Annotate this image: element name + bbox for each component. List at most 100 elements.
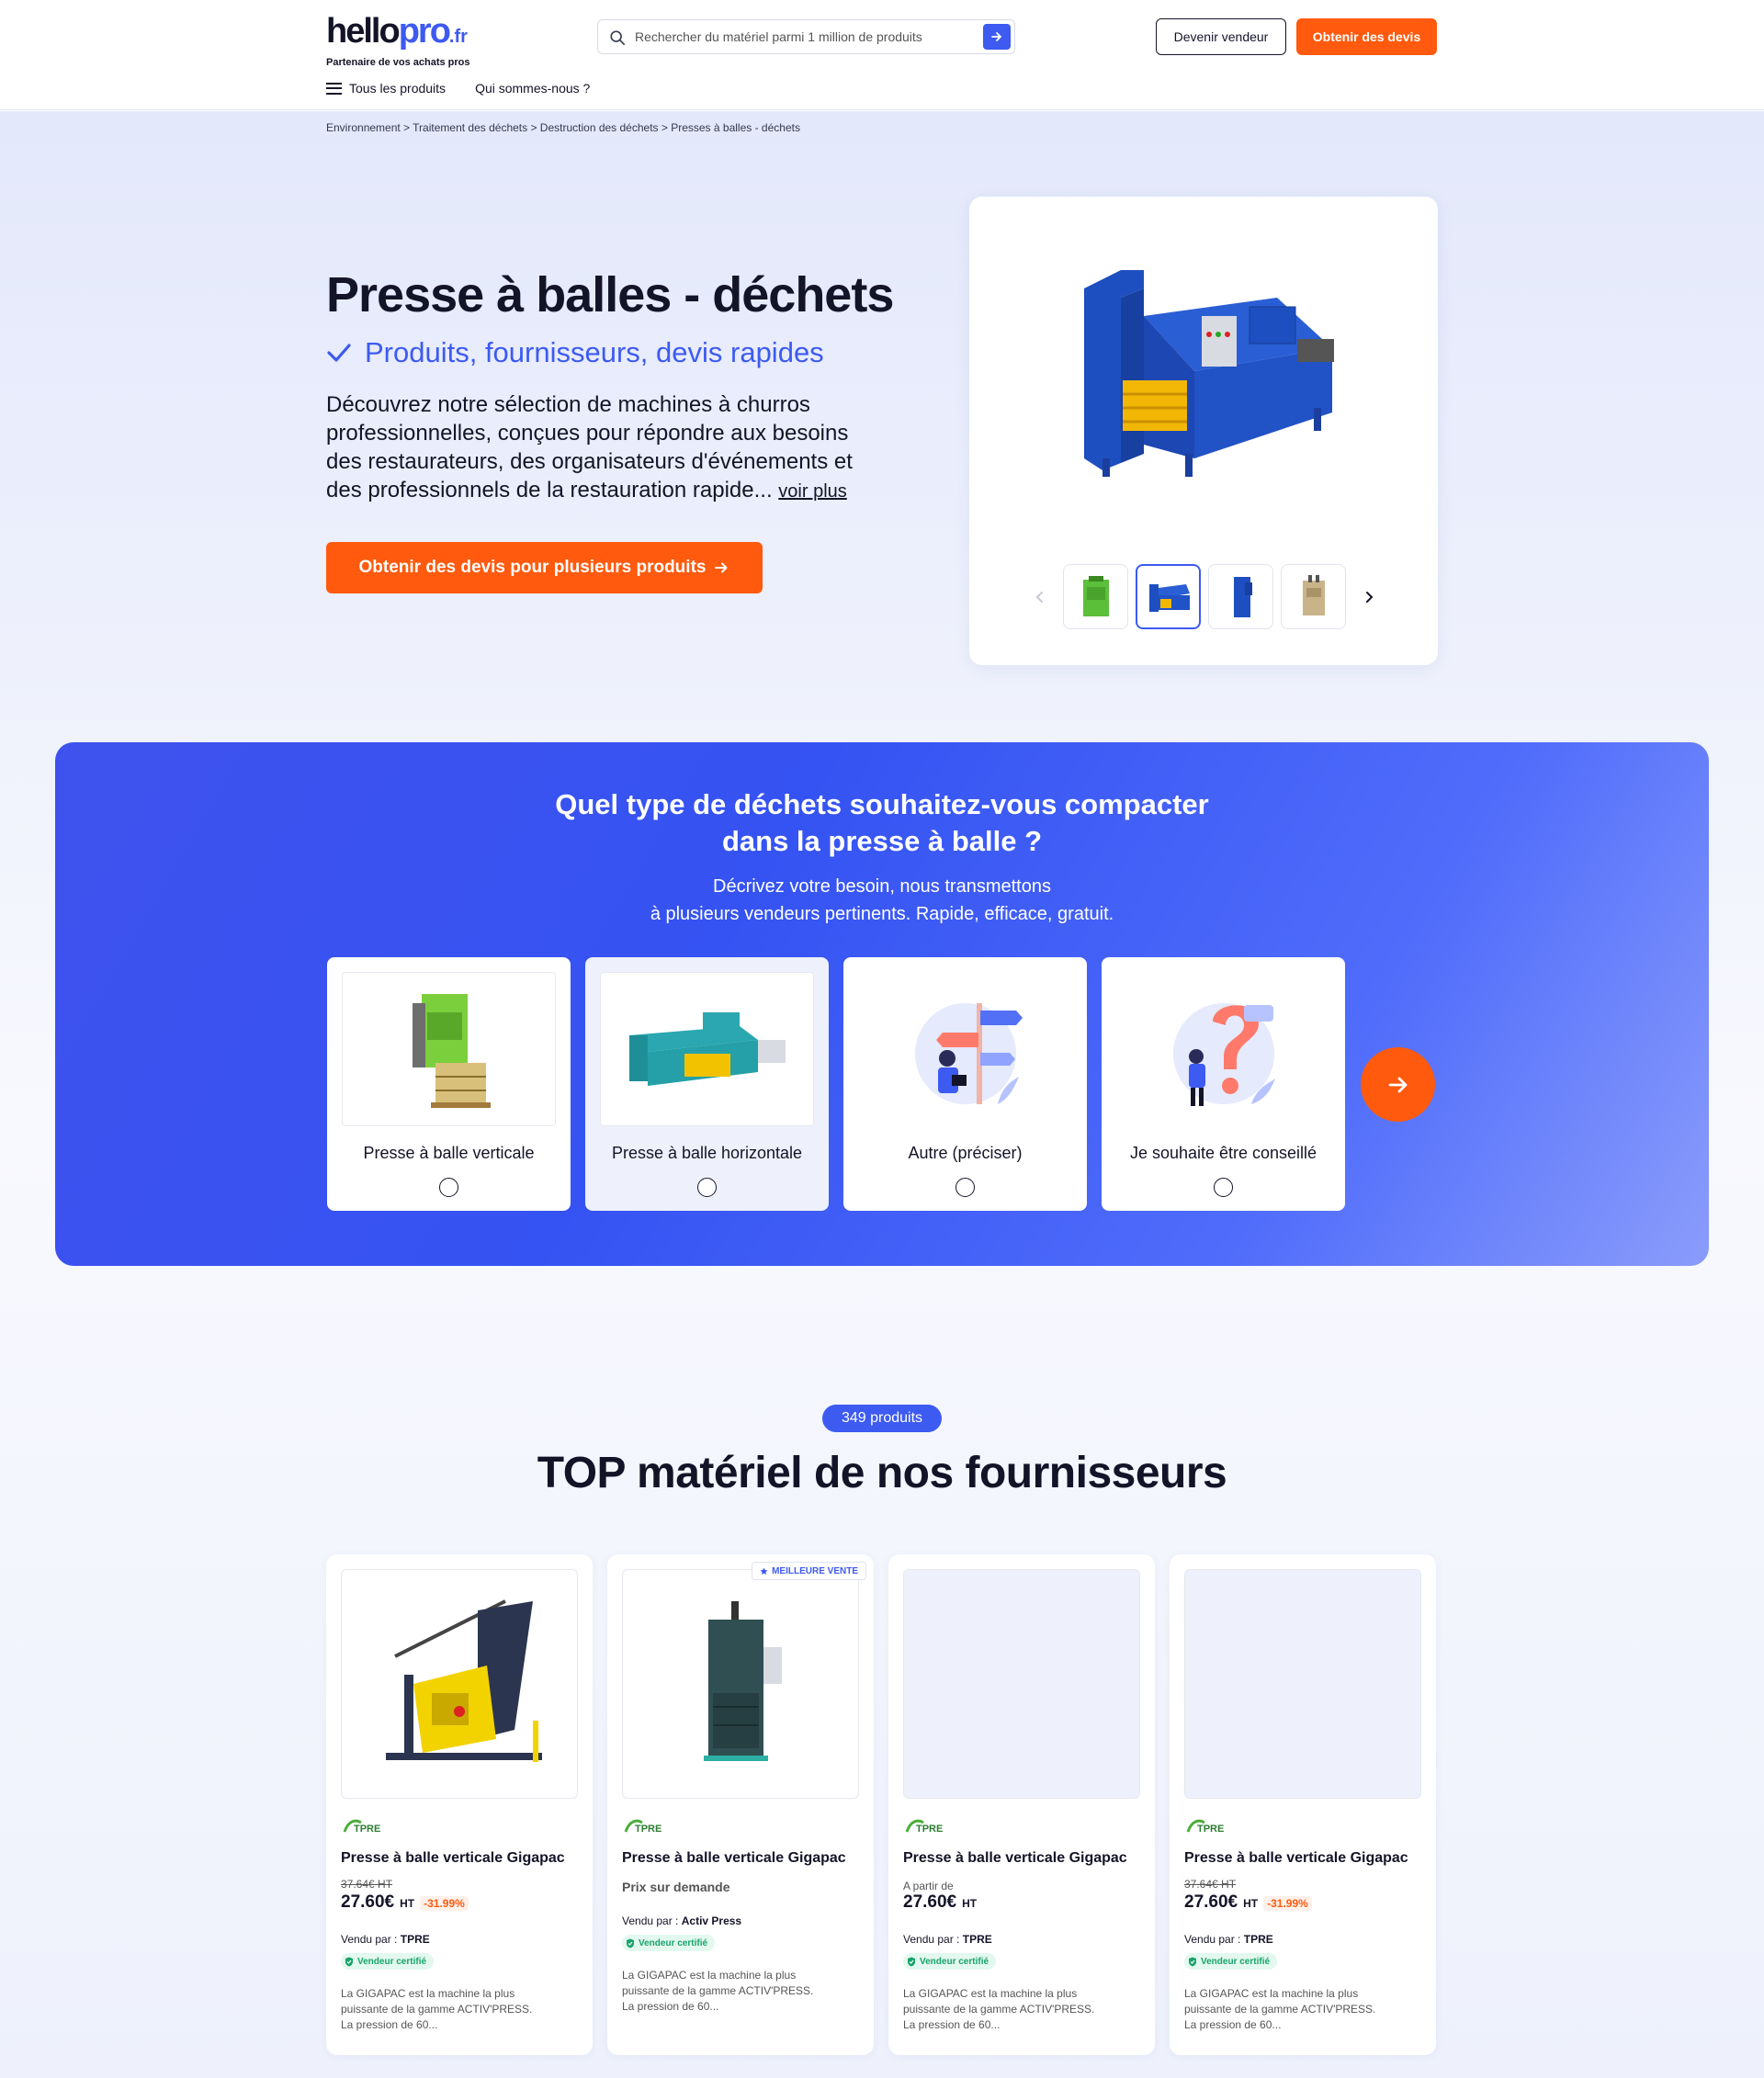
product-name[interactable]: Presse à balle verticale Gigapac bbox=[341, 1850, 565, 1867]
search-icon bbox=[610, 30, 626, 46]
supplier-logo-tpre: TPRE bbox=[1186, 1819, 1224, 1835]
questionnaire-next-button[interactable] bbox=[1361, 1047, 1435, 1122]
price-from-label: A partir de bbox=[903, 1880, 954, 1892]
product-card[interactable]: TPRE Presse à balle verticale Gigapac A … bbox=[888, 1554, 1155, 2055]
page-title: Presse à balles - déchets bbox=[326, 267, 894, 322]
arrow-right-icon bbox=[991, 32, 1001, 41]
blue-vertical-baler-thumbnail bbox=[1233, 576, 1252, 617]
option-image bbox=[1116, 972, 1330, 1126]
product-image-placeholder[interactable] bbox=[1184, 1569, 1421, 1799]
supplier-logo-tpre: TPRE bbox=[905, 1819, 943, 1835]
questionnaire-title-line1: Quel type de déchets souhaitez-vous comp… bbox=[555, 788, 1209, 820]
product-gallery bbox=[969, 197, 1438, 665]
product-description-line: La GIGAPAC est la machine la plus bbox=[903, 1987, 1078, 2000]
logo-fr: .fr bbox=[448, 27, 468, 47]
read-more-link[interactable]: voir plus bbox=[778, 481, 846, 502]
product-seller: Vendu par : Activ Press bbox=[622, 1914, 741, 1927]
waste-type-questionnaire: Quel type de déchets souhaitez-vous comp… bbox=[55, 742, 1709, 1266]
gallery-thumbnails bbox=[1024, 564, 1385, 629]
product-name[interactable]: Presse à balle verticale Gigapac bbox=[622, 1850, 846, 1867]
option-radio[interactable] bbox=[956, 1178, 975, 1197]
option-radio[interactable] bbox=[697, 1178, 717, 1197]
products-section-title: TOP matériel de nos fournisseurs bbox=[537, 1449, 1227, 1497]
logo-tagline: Partenaire de vos achats pros bbox=[326, 57, 470, 68]
nav-all-products[interactable]: Tous les produits bbox=[326, 81, 446, 96]
option-other[interactable]: Autre (préciser) bbox=[843, 957, 1087, 1211]
product-description-line: La GIGAPAC est la machine la plus bbox=[341, 1987, 515, 2000]
product-card[interactable]: MEILLEURE VENTE TPRE Presse à balle vert… bbox=[607, 1554, 874, 2055]
vertical-baler-image bbox=[412, 994, 491, 1108]
option-vertical-baler[interactable]: Presse à balle verticale bbox=[327, 957, 571, 1211]
seller-name[interactable]: Activ Press bbox=[682, 1914, 741, 1927]
nav-about-us[interactable]: Qui sommes-nous ? bbox=[475, 81, 590, 96]
hero-description: Découvrez notre sélection de machines à … bbox=[326, 390, 877, 506]
product-card[interactable]: TPRE Presse à balle verticale Gigapac 37… bbox=[1170, 1554, 1436, 2055]
shield-check-icon bbox=[1189, 1957, 1196, 1966]
get-quotes-button[interactable]: Obtenir des devis bbox=[1296, 18, 1437, 55]
questionnaire-subtitle: Décrivez votre besoin, nous transmettons… bbox=[55, 873, 1709, 928]
questionnaire-subtitle-line1: Décrivez votre besoin, nous transmettons bbox=[713, 876, 1051, 897]
best-seller-badge: MEILLEURE VENTE bbox=[752, 1562, 866, 1580]
become-vendor-button[interactable]: Devenir vendeur bbox=[1156, 18, 1286, 55]
option-radio[interactable] bbox=[1214, 1178, 1233, 1197]
shield-check-icon bbox=[627, 1938, 634, 1948]
product-grid: TPRE Presse à balle verticale Gigapac 37… bbox=[326, 1554, 1436, 2055]
search-submit-button[interactable] bbox=[983, 24, 1011, 50]
main-nav: Tous les produits Qui sommes-nous ? bbox=[326, 81, 590, 96]
product-name[interactable]: Presse à balle verticale Gigapac bbox=[1184, 1850, 1408, 1867]
multi-quote-button[interactable]: Obtenir des devis pour plusieurs produit… bbox=[326, 542, 763, 593]
product-image-placeholder[interactable] bbox=[903, 1569, 1140, 1799]
product-count-badge: 349 produits bbox=[822, 1405, 942, 1432]
product-description-line: La pression de 60... bbox=[622, 2000, 719, 2013]
gallery-prev-button[interactable] bbox=[1024, 582, 1056, 613]
product-seller: Vendu par : TPRE bbox=[341, 1933, 430, 1946]
seller-name[interactable]: TPRE bbox=[963, 1933, 992, 1946]
seller-name[interactable]: TPRE bbox=[401, 1933, 430, 1946]
hero-subtitle-text: Produits, fournisseurs, devis rapides bbox=[365, 336, 824, 368]
seller-label: Vendu par : bbox=[622, 1914, 679, 1927]
option-label: Presse à balle verticale bbox=[363, 1144, 535, 1162]
horizontal-baler-image bbox=[628, 1012, 786, 1086]
gallery-thumbnail-selected[interactable] bbox=[1136, 564, 1201, 629]
price-on-demand: Prix sur demande bbox=[622, 1880, 730, 1894]
questionnaire-subtitle-line2: à plusieurs vendeurs pertinents. Rapide,… bbox=[650, 904, 1114, 924]
product-card[interactable]: TPRE Presse à balle verticale Gigapac 37… bbox=[326, 1554, 593, 2055]
seller-name[interactable]: TPRE bbox=[1244, 1933, 1273, 1946]
product-old-price: 37.64€ HT bbox=[341, 1878, 393, 1891]
baler-machine-image[interactable] bbox=[1066, 261, 1341, 481]
chevron-left-icon bbox=[1035, 591, 1043, 603]
search-bar bbox=[597, 19, 1015, 54]
search-input[interactable] bbox=[635, 20, 966, 53]
option-label: Je souhaite être conseillé bbox=[1129, 1144, 1317, 1162]
product-price: 27.60€ bbox=[1184, 1892, 1238, 1912]
option-image bbox=[342, 972, 556, 1126]
product-seller: Vendu par : TPRE bbox=[1184, 1933, 1273, 1946]
supplier-logo-tpre: TPRE bbox=[343, 1819, 380, 1835]
nav-all-products-label: Tous les produits bbox=[349, 81, 447, 96]
product-image[interactable] bbox=[622, 1569, 859, 1799]
arrow-right-icon bbox=[715, 562, 728, 573]
signpost-person-illustration bbox=[914, 1003, 1023, 1104]
product-image[interactable] bbox=[341, 1569, 578, 1799]
gallery-thumbnail[interactable] bbox=[1063, 564, 1128, 629]
option-radio[interactable] bbox=[439, 1178, 458, 1197]
product-price: 27.60€ bbox=[903, 1892, 957, 1912]
product-description: La GIGAPAC est la machine la plus puissa… bbox=[341, 1986, 561, 2033]
breadcrumb[interactable]: Environnement > Traitement des déchets >… bbox=[326, 121, 800, 134]
hellopro-logo[interactable]: hellopro.fr Partenaire de vos achats pro… bbox=[326, 13, 470, 68]
gallery-thumbnail[interactable] bbox=[1208, 564, 1273, 629]
beige-baler-thumbnail bbox=[1302, 574, 1325, 615]
option-horizontal-baler[interactable]: Presse à balle horizontale bbox=[585, 957, 829, 1211]
logo-hello: hello bbox=[326, 12, 401, 51]
certified-label: Vendeur certifié bbox=[1201, 1956, 1271, 1967]
gallery-next-button[interactable] bbox=[1353, 582, 1385, 613]
product-description-line: La GIGAPAC est la machine la plus bbox=[1184, 1987, 1359, 2000]
questionnaire-options: Presse à balle verticale Presse à balle … bbox=[327, 957, 1345, 1211]
product-price: 27.60€ bbox=[341, 1892, 395, 1912]
gallery-thumbnail[interactable] bbox=[1281, 564, 1346, 629]
certified-label: Vendeur certifié bbox=[639, 1937, 708, 1948]
product-description-line: La pression de 60... bbox=[341, 2018, 438, 2031]
option-get-advice[interactable]: Je souhaite être conseillé bbox=[1102, 957, 1345, 1211]
product-name[interactable]: Presse à balle verticale Gigapac bbox=[903, 1850, 1127, 1867]
seller-label: Vendu par : bbox=[341, 1933, 398, 1946]
